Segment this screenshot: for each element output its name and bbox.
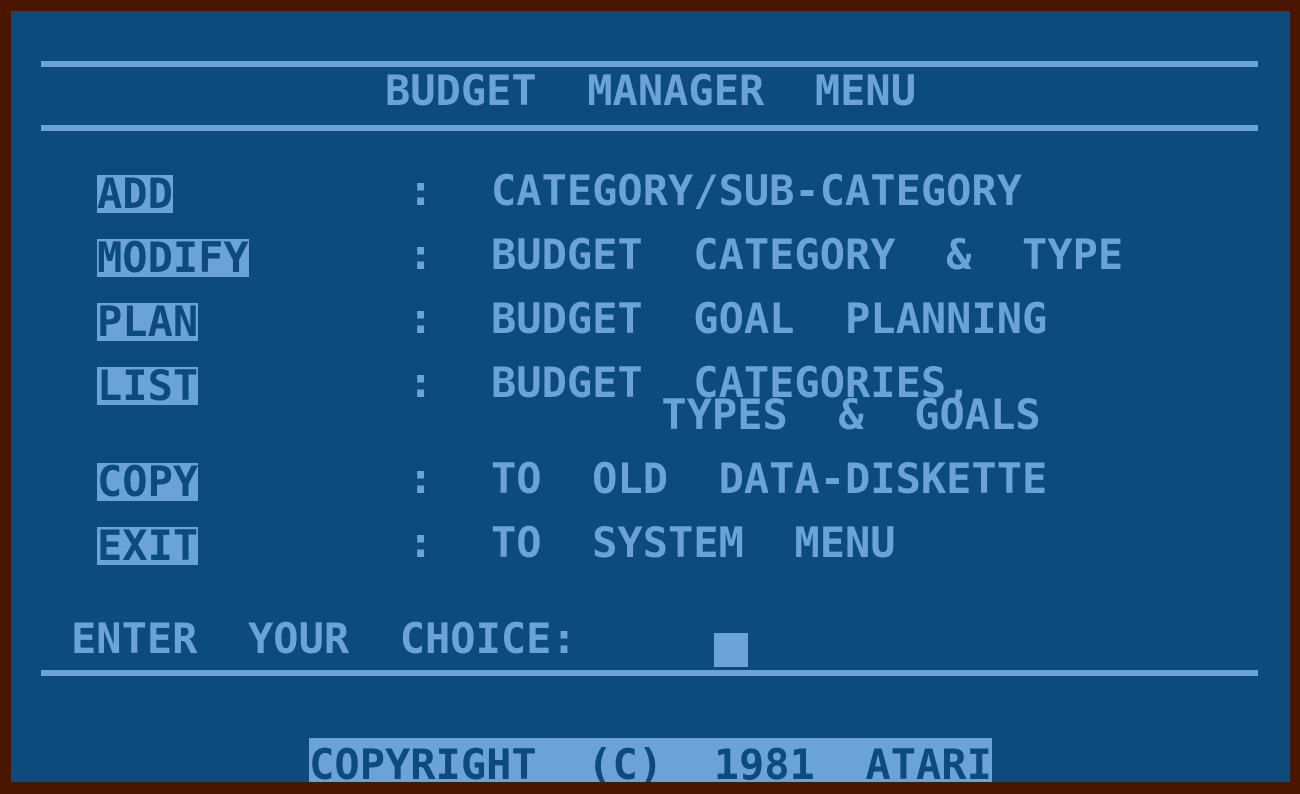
copyright-notice: COPYRIGHT (C) 1981 ATARI	[11, 738, 1290, 782]
text-cursor[interactable]	[714, 633, 748, 667]
menu-key-plan[interactable]: PLAN	[97, 301, 199, 343]
menu-description-modify: BUDGET CATEGORY & TYPE	[491, 230, 1124, 279]
menu-separator-list: :	[408, 358, 434, 407]
footer-rule	[41, 670, 1258, 676]
menu-description-exit: TO SYSTEM MENU	[491, 518, 896, 567]
copyright-text: COPYRIGHT (C) 1981 ATARI	[309, 738, 992, 782]
choice-prompt-row[interactable]: ENTER YOUR CHOICE:	[11, 614, 1290, 667]
title-rule-bottom	[41, 125, 1258, 131]
menu-description-add: CATEGORY/SUB-CATEGORY	[491, 166, 1023, 215]
menu-description-copy: TO OLD DATA-DISKETTE	[491, 454, 1048, 503]
page-title: BUDGET MANAGER MENU	[384, 66, 916, 115]
atari-screen: BUDGET MANAGER MENU ADD : CATEGORY/SUB-C…	[11, 11, 1290, 782]
menu-key-copy[interactable]: COPY	[97, 461, 199, 503]
menu-item-list[interactable]: LIST : BUDGET CATEGORIES, TYPES & GOALS	[11, 358, 1290, 463]
menu-description-plan: BUDGET GOAL PLANNING	[491, 294, 1048, 343]
tv-border: BUDGET MANAGER MENU ADD : CATEGORY/SUB-C…	[0, 0, 1300, 794]
menu-separator-exit: :	[408, 518, 434, 567]
menu-separator-copy: :	[408, 454, 434, 503]
menu-separator-add: :	[408, 166, 434, 215]
choice-prompt-label: ENTER YOUR CHOICE:	[71, 614, 577, 663]
menu-key-modify[interactable]: MODIFY	[97, 237, 249, 279]
menu-item-exit[interactable]: EXIT : TO SYSTEM MENU	[11, 518, 1290, 591]
menu-key-exit[interactable]: EXIT	[97, 525, 199, 567]
menu-key-list[interactable]: LIST	[97, 365, 199, 407]
menu-separator-modify: :	[408, 230, 434, 279]
menu-key-add[interactable]: ADD	[97, 173, 173, 215]
menu-description-list-line2: TYPES & GOALS	[661, 390, 1041, 439]
menu-separator-plan: :	[408, 294, 434, 343]
